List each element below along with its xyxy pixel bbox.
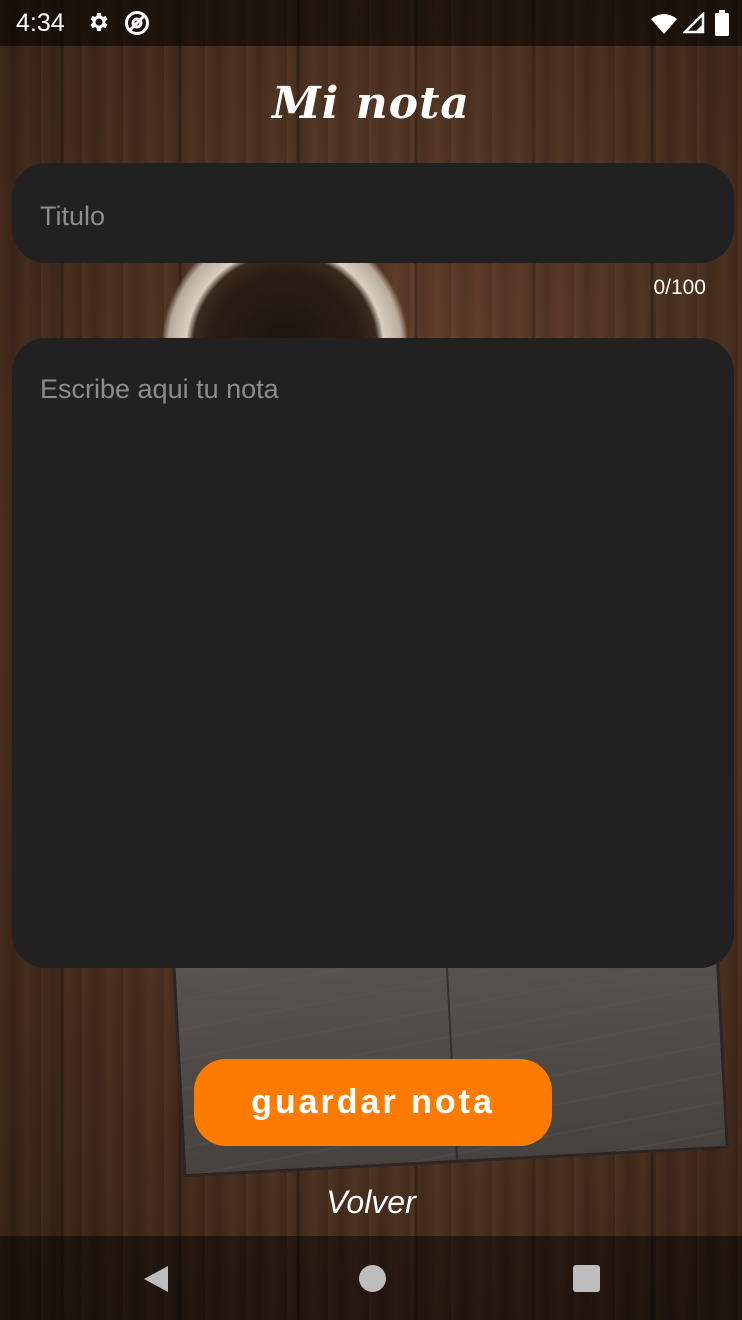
back-link[interactable]: Volver [0, 1184, 742, 1221]
at-sign-icon [125, 11, 149, 35]
battery-icon [715, 10, 729, 36]
page-title: Mi nota [272, 78, 470, 129]
wifi-icon [651, 14, 677, 34]
status-bar: 4:34 [0, 0, 742, 46]
navigation-bar [0, 1236, 742, 1320]
gear-icon [90, 13, 108, 31]
title-placeholder: Titulo [40, 201, 106, 231]
recents-square-icon[interactable] [573, 1265, 600, 1292]
note-editor-screen: 4:34 Mi nota Titulo 0/100 Escribe aqui t… [0, 0, 742, 1320]
status-time: 4:34 [16, 9, 65, 37]
note-placeholder: Escribe aqui tu nota [40, 374, 279, 404]
signal-icon [683, 12, 705, 34]
back-triangle-icon[interactable] [142, 1264, 170, 1294]
title-input[interactable]: Titulo [12, 163, 734, 263]
note-textarea[interactable]: Escribe aqui tu nota [12, 338, 734, 968]
character-counter: 0/100 [653, 276, 706, 299]
home-circle-icon[interactable] [359, 1265, 386, 1292]
save-note-button[interactable]: guardar nota [194, 1059, 552, 1146]
